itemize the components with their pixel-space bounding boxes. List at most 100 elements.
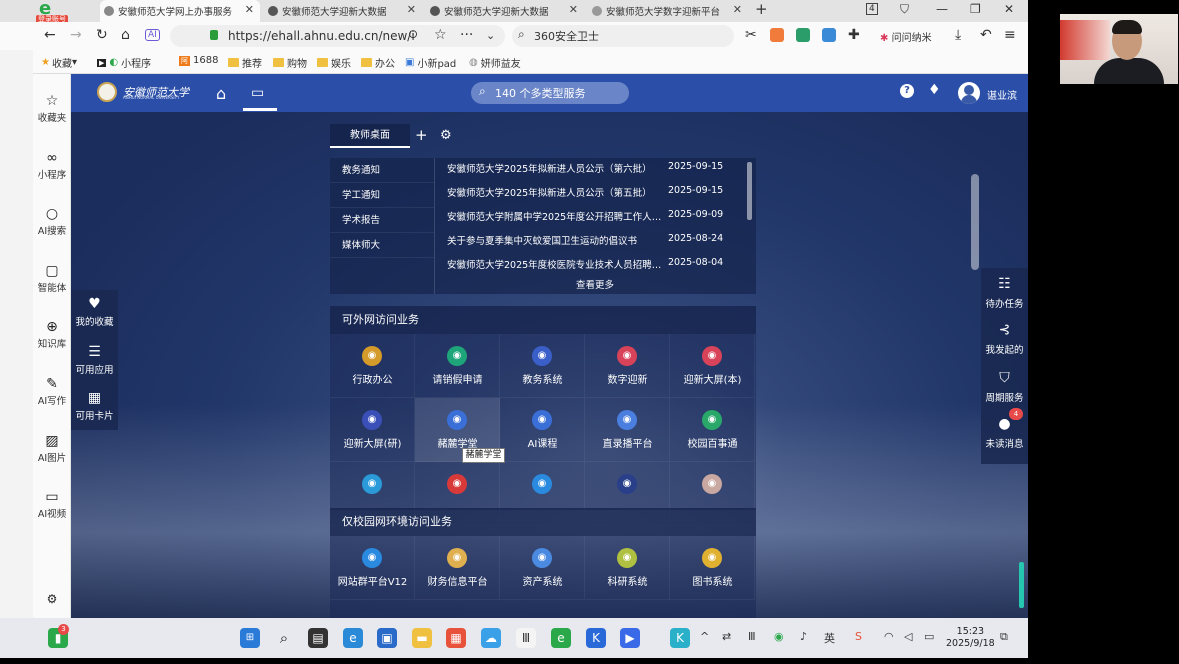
system-clock[interactable]: 15:23 2025/9/18 xyxy=(946,626,995,650)
sidebar-miniapp[interactable]: ∞ 小程序 xyxy=(33,149,71,181)
avatar[interactable] xyxy=(958,82,980,104)
service-tile[interactable]: ◉ 行政办公 xyxy=(330,334,415,398)
bookmark-recommend[interactable]: 推荐 xyxy=(228,55,262,70)
service-tile[interactable]: ◉ 校园百事通 xyxy=(670,398,755,462)
battery-icon[interactable]: ▭ xyxy=(924,630,934,643)
service-tile[interactable]: ◉ 教务系统 xyxy=(500,334,585,398)
service-tile[interactable]: ◉ 资产系统 xyxy=(500,536,585,600)
bookmark-favorites[interactable]: ★ 收藏 ▾ xyxy=(41,55,77,70)
tab-teacher-desk[interactable]: 教师桌面 xyxy=(330,124,410,148)
service-tile[interactable]: ◉ 图书系统 xyxy=(670,536,755,600)
my-favorites-button[interactable]: ♥ 我的收藏 xyxy=(71,296,118,328)
available-apps-button[interactable]: ☰ 可用应用 xyxy=(71,344,118,376)
shirt-icon[interactable]: ♦ xyxy=(928,82,941,98)
download-icon[interactable]: ⤓ xyxy=(955,27,961,43)
browser-360-icon[interactable]: e xyxy=(551,628,571,648)
service-tile[interactable]: ◉ 网站群平台V12 xyxy=(330,536,415,600)
store-icon[interactable]: ▣ xyxy=(377,628,397,648)
bookmark-xiaoxin-pad[interactable]: ▣ 小新pad xyxy=(405,55,456,70)
s-tray-icon[interactable]: S xyxy=(855,630,862,643)
forward-icon[interactable]: → xyxy=(70,27,82,43)
task-view-icon[interactable]: ▤ xyxy=(308,628,328,648)
location-icon[interactable]: ⊙ xyxy=(408,27,418,41)
tab-ehall[interactable]: 安徽师范大学网上办事服务 ✕ xyxy=(100,0,260,22)
volume-icon[interactable]: ◁ xyxy=(904,630,912,643)
close-icon[interactable]: ✕ xyxy=(569,3,578,16)
service-tile[interactable]: ◉ 迎新大屏(研) xyxy=(330,398,415,462)
sidebar-knowledge[interactable]: ⊕ 知识库 xyxy=(33,318,71,350)
sidebar-ai-image[interactable]: ▨ AI图片 xyxy=(33,432,71,464)
more-icon[interactable]: ··· xyxy=(460,27,473,43)
service-tile[interactable]: ◉ 科研系统 xyxy=(585,536,670,600)
ime-icon[interactable]: 英 xyxy=(824,630,835,646)
service-tile[interactable]: ◉ 迎新大屏(本) xyxy=(670,334,755,398)
ask-nano-button[interactable]: ✱ 问问纳米 xyxy=(880,29,932,44)
scissors-icon[interactable]: ✂ xyxy=(745,27,757,43)
tab-counter[interactable]: 4 xyxy=(866,3,878,15)
close-icon[interactable]: ✕ xyxy=(245,3,254,16)
initiated-button[interactable]: ⊰ 我发起的 xyxy=(981,322,1028,356)
transfer-icon[interactable]: ⇄ xyxy=(722,630,731,643)
puzzle-icon[interactable]: ✚ xyxy=(848,27,860,43)
sidebar-ai-writing[interactable]: ✎ AI写作 xyxy=(33,375,71,407)
side-scrollbar[interactable] xyxy=(1019,562,1024,608)
service-tile[interactable]: ◉ 直录播平台 xyxy=(585,398,670,462)
undo-icon[interactable]: ↶ xyxy=(980,27,992,43)
monitor-icon[interactable]: ▭ xyxy=(251,85,264,101)
todo-tasks-button[interactable]: ☷ 待办任务 xyxy=(981,276,1028,310)
page-scrollbar[interactable] xyxy=(971,174,979,270)
bookmark-miniapp[interactable]: ▶ ◐ 小程序 xyxy=(97,55,151,70)
meeting-icon[interactable]: ▶ xyxy=(620,628,640,648)
address-bar[interactable]: https://ehall.ahnu.edu.cn/new/i xyxy=(170,25,505,47)
close-icon[interactable]: ✕ xyxy=(407,3,416,16)
new-tab-button[interactable]: + xyxy=(755,0,768,18)
360-tray-icon[interactable]: ◉ xyxy=(774,630,784,643)
sidebar-agent[interactable]: ▢ 智能体 xyxy=(33,262,71,294)
notice-item[interactable]: 安徽师范大学附属中学2025年度公开招聘工作人员... 2025-09-09 xyxy=(447,209,747,231)
chart-app-icon[interactable]: Ⅲ xyxy=(516,628,536,648)
notice-category[interactable]: 学工通知 xyxy=(330,183,434,208)
home-icon[interactable]: ⌂ xyxy=(216,84,226,103)
user-name[interactable]: 谌业滨 xyxy=(987,87,1017,102)
back-icon[interactable]: ← xyxy=(44,27,56,43)
sidebar-ai-video[interactable]: ▭ AI视频 xyxy=(33,488,71,520)
close-icon[interactable]: ✕ xyxy=(733,3,742,16)
notice-category[interactable]: 教务通知 xyxy=(330,158,434,183)
gear-icon[interactable]: ⚙ xyxy=(440,128,452,143)
service-tile[interactable]: ◉ 请销假申请 xyxy=(415,334,500,398)
notice-category[interactable]: 学术报告 xyxy=(330,208,434,233)
bookmark-shopping[interactable]: 购物 xyxy=(273,55,307,70)
sidebar-settings[interactable]: ⚙ xyxy=(33,590,71,608)
refresh-icon[interactable]: ↻ xyxy=(96,27,108,43)
tab-bigdata-1[interactable]: 安徽师范大学迎新大数据 ✕ xyxy=(264,0,422,22)
university-logo[interactable]: 安徽师范大学 ANHUI NORMAL UNIVERSITY xyxy=(97,82,189,102)
explorer-icon[interactable]: ▬ xyxy=(412,628,432,648)
help-icon[interactable]: ? xyxy=(900,84,914,98)
notice-item[interactable]: 安徽师范大学2025年度校医院专业技术人员招聘公... 2025-08-04 xyxy=(447,257,747,279)
bookmark-star-icon[interactable]: ☆ xyxy=(434,27,447,43)
available-cards-button[interactable]: ▦ 可用卡片 xyxy=(71,390,118,422)
notice-scrollbar[interactable] xyxy=(747,162,752,220)
bookmark-entertainment[interactable]: 娱乐 xyxy=(317,55,351,70)
bookmark-office[interactable]: 办公 xyxy=(361,55,395,70)
notice-item[interactable]: 安徽师范大学2025年拟新进人员公示（第六批） 2025-09-15 xyxy=(447,161,747,183)
home-icon[interactable]: ⌂ xyxy=(121,27,130,43)
bookmark-1688[interactable]: 阿 1688 xyxy=(179,55,218,66)
chevron-down-icon[interactable]: ⌄ xyxy=(486,29,495,42)
chart-tray-icon[interactable]: Ⅲ xyxy=(748,630,756,643)
add-desk-icon[interactable]: + xyxy=(415,126,428,144)
browser-logo-icon[interactable]: e 登录账号 xyxy=(36,0,68,24)
green-extension-icon[interactable] xyxy=(796,28,810,42)
sidebar-favorites[interactable]: ☆ 收藏夹 xyxy=(33,92,71,124)
service-tile[interactable]: ◉ 财务信息平台 xyxy=(415,536,500,600)
periodic-service-button[interactable]: ⛉ 周期服务 xyxy=(981,370,1028,404)
service-tile[interactable]: ◉ AI课程 xyxy=(500,398,585,462)
app-red-icon[interactable]: ▦ xyxy=(446,628,466,648)
k-tray-icon[interactable]: K xyxy=(670,628,690,648)
notification-icon[interactable]: ⧉ xyxy=(1000,630,1008,644)
url-text[interactable]: https://ehall.ahnu.edu.cn/new/i xyxy=(228,29,415,43)
tab-bigdata-2[interactable]: 安徽师范大学迎新大数据 ✕ xyxy=(426,0,584,22)
fox-extension-icon[interactable] xyxy=(770,28,784,42)
notice-item[interactable]: 安徽师范大学2025年拟新进人员公示（第五批） 2025-09-15 xyxy=(447,185,747,207)
tab-digital-welcome[interactable]: 安徽师范大学数字迎新平台 ✕ xyxy=(588,0,748,22)
